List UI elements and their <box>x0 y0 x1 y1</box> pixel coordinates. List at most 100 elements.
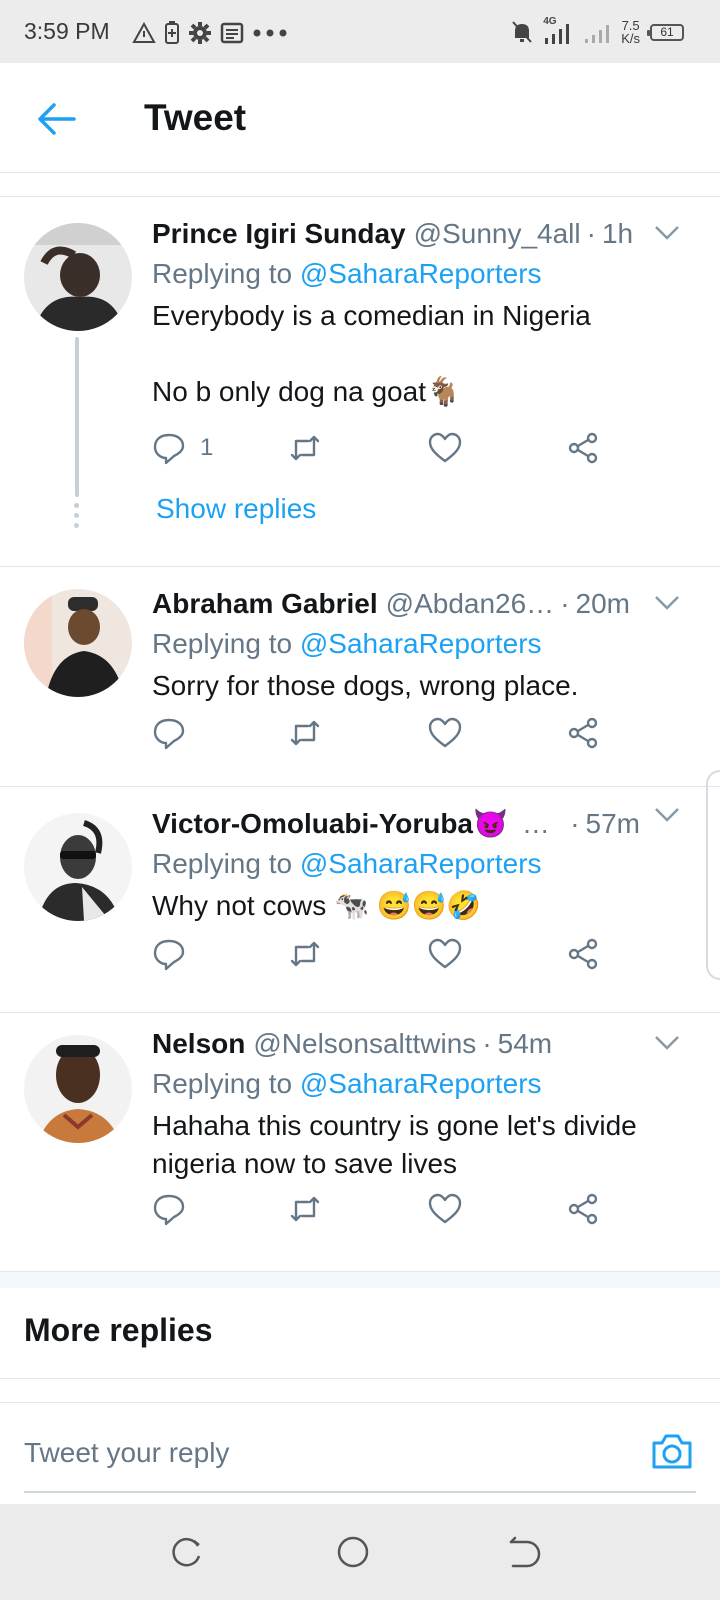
back-arrow-icon[interactable] <box>36 101 76 137</box>
tweet-header: Abraham Gabriel @Abdan26… · 20m <box>152 587 640 621</box>
separator-dot: · <box>560 588 570 619</box>
share-icon <box>568 1193 598 1225</box>
heart-icon <box>428 717 462 748</box>
tweet-time: 57m <box>585 808 640 839</box>
author-handle[interactable]: @Sunny_4all <box>414 217 581 251</box>
battery-saver-icon <box>165 21 179 44</box>
tweet-time: 54m <box>497 1028 553 1059</box>
tweet-actions <box>152 715 622 751</box>
avatar[interactable] <box>24 1035 132 1143</box>
page-title: Tweet <box>144 97 247 138</box>
thread-dots <box>74 503 79 528</box>
tweet-text: Everybody is a comedian in Nigeria No b … <box>152 300 591 407</box>
like-button[interactable] <box>428 715 462 751</box>
avatar[interactable] <box>24 813 132 921</box>
author-name[interactable]: Nelson <box>152 1027 245 1061</box>
retweet-icon <box>290 941 320 967</box>
like-button[interactable] <box>428 1191 462 1227</box>
home-icon[interactable] <box>335 1534 371 1570</box>
status-system-icons: 4G 7.5 K/s 61 <box>511 16 684 48</box>
replying-to: Replying to @SaharaReporters <box>152 258 542 289</box>
share-button[interactable] <box>566 715 600 751</box>
status-time: 3:59 PM <box>24 18 110 44</box>
replying-to: Replying to @SaharaReporters <box>152 628 542 659</box>
like-button[interactable] <box>428 936 462 972</box>
back-icon[interactable] <box>505 1534 541 1570</box>
tweet-item[interactable]: Prince Igiri Sunday @Sunny_4all · 1h Rep… <box>0 197 720 567</box>
more-dots-icon <box>253 29 287 37</box>
author-handle[interactable]: @Nelsonsalttwins <box>253 1027 476 1061</box>
mention-link[interactable]: @SaharaReporters <box>300 258 542 289</box>
signal-4g-icon: 4G <box>543 16 573 46</box>
avatar[interactable] <box>24 223 132 331</box>
author-name[interactable]: Prince Igiri Sunday <box>152 217 406 251</box>
mention-link[interactable]: @SaharaReporters <box>300 1068 542 1099</box>
reply-button[interactable] <box>152 715 186 751</box>
author-handle[interactable]: … <box>522 807 546 841</box>
reply-button[interactable]: 1 <box>152 430 213 466</box>
reply-count: 1 <box>200 434 214 461</box>
chevron-down-icon[interactable] <box>654 595 680 611</box>
show-replies-link[interactable]: Show replies <box>156 493 316 525</box>
replying-to: Replying to @SaharaReporters <box>152 848 542 879</box>
reply-button[interactable] <box>152 1191 186 1227</box>
recents-icon[interactable] <box>168 1534 204 1570</box>
more-replies-heading[interactable]: More replies <box>24 1312 213 1349</box>
status-notification-icons <box>132 20 288 46</box>
input-underline <box>24 1491 696 1493</box>
tweet-actions <box>152 1191 622 1227</box>
avatar[interactable] <box>24 589 132 697</box>
separator-dot: · <box>482 1028 492 1059</box>
network-speed: 7.5 K/s <box>621 18 640 46</box>
author-name[interactable]: Victor-Omoluabi-Yoruba😈 <box>152 807 508 841</box>
share-button[interactable] <box>566 936 600 972</box>
tweet-item[interactable]: Abraham Gabriel @Abdan26… · 20m Replying… <box>0 567 720 787</box>
retweet-button[interactable] <box>288 715 322 751</box>
camera-icon[interactable] <box>650 1431 694 1471</box>
battery-icon: 61 <box>647 23 684 41</box>
news-icon <box>220 22 244 44</box>
tweet-actions: 1 <box>152 430 622 466</box>
separator-dot: · <box>586 218 596 249</box>
mention-link[interactable]: @SaharaReporters <box>300 848 542 879</box>
mention-link[interactable]: @SaharaReporters <box>300 628 542 659</box>
like-button[interactable] <box>428 430 462 466</box>
chevron-down-icon[interactable] <box>654 225 680 241</box>
tweet-header: Prince Igiri Sunday @Sunny_4all · 1h <box>152 217 640 251</box>
chevron-down-icon[interactable] <box>654 807 680 823</box>
tweet-actions <box>152 936 622 972</box>
tweet-text: Sorry for those dogs, wrong place. <box>152 670 579 701</box>
divider <box>0 1378 720 1379</box>
reply-button[interactable] <box>152 936 186 972</box>
reply-input[interactable]: Tweet your reply <box>24 1437 229 1469</box>
tweet-header: Victor-Omoluabi-Yoruba😈 … · 57m <box>152 807 640 841</box>
heart-icon <box>428 938 462 969</box>
retweet-icon <box>290 1196 320 1222</box>
heart-icon <box>428 1193 462 1224</box>
retweet-button[interactable] <box>288 430 322 466</box>
warning-icon <box>132 22 156 43</box>
tweet-item[interactable]: Victor-Omoluabi-Yoruba😈 … · 57m Replying… <box>0 787 720 1013</box>
chevron-down-icon[interactable] <box>654 1035 680 1051</box>
share-button[interactable] <box>566 1191 600 1227</box>
gear-icon <box>189 22 211 44</box>
separator-dot: · <box>570 808 580 839</box>
tweet-time: 1h <box>601 218 634 249</box>
section-divider <box>0 1272 720 1288</box>
reply-composer: Tweet your reply <box>0 1402 720 1504</box>
tweet-item[interactable]: Nelson @Nelsonsalttwins · 54m Replying t… <box>0 1013 720 1272</box>
signal-sim2-icon <box>585 25 610 43</box>
status-bar: 3:59 PM 4G 7.5 K/s 61 <box>0 0 720 63</box>
author-name[interactable]: Abraham Gabriel <box>152 587 378 621</box>
retweet-icon <box>290 435 320 461</box>
share-button[interactable] <box>566 430 600 466</box>
reply-icon <box>153 1194 185 1226</box>
author-handle[interactable]: @Abdan26… <box>386 587 555 621</box>
tweet-text: Hahaha this country is gone let's divide… <box>152 1110 637 1179</box>
system-nav-bar <box>0 1504 720 1600</box>
share-icon <box>568 717 598 749</box>
retweet-button[interactable] <box>288 936 322 972</box>
scroll-handle[interactable] <box>706 770 720 980</box>
share-icon <box>568 938 598 970</box>
retweet-button[interactable] <box>288 1191 322 1227</box>
